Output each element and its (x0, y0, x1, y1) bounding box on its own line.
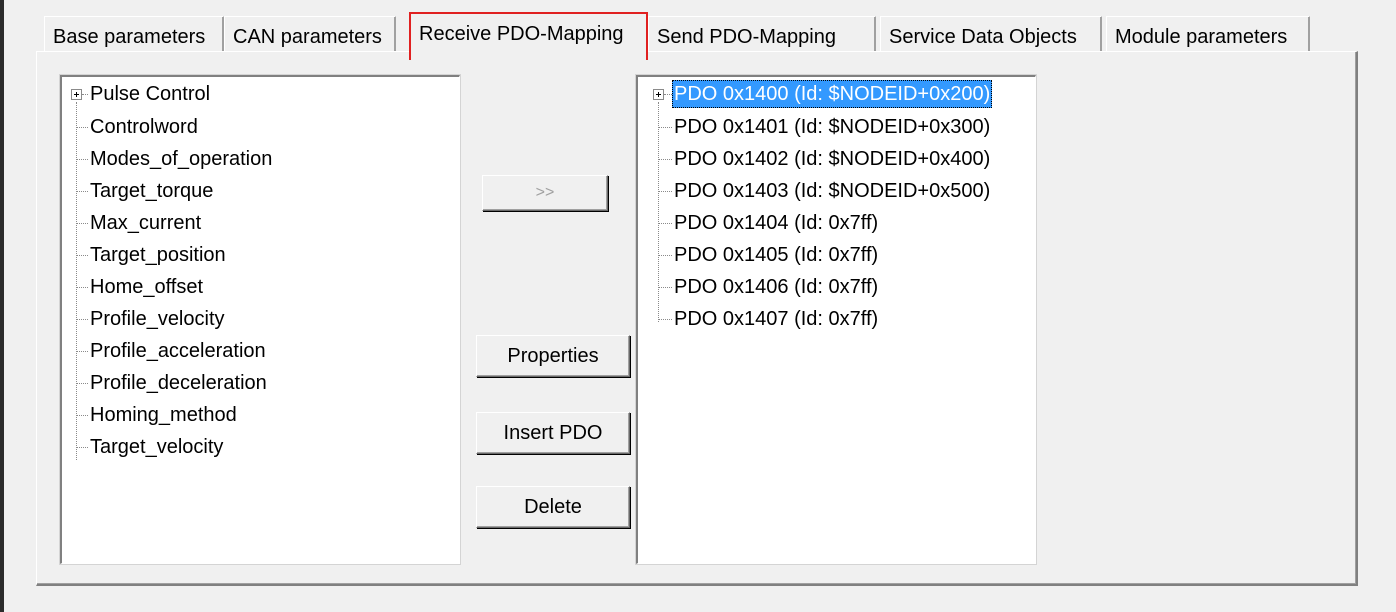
tree-item[interactable]: Profile_velocity (62, 304, 442, 334)
tree-connector (76, 223, 88, 224)
tree-connector (664, 94, 672, 95)
tree-connector (76, 319, 88, 320)
tree-connector (658, 223, 672, 224)
tab-label: Receive PDO-Mapping (419, 23, 624, 45)
pdo-node-label: PDO 0x1403 (Id: $NODEID+0x500) (674, 180, 991, 202)
delete-label: Delete (524, 496, 582, 518)
tree-item-label: Max_current (90, 212, 202, 234)
window-left-border (0, 0, 4, 612)
tree-item-label: Target_torque (90, 180, 214, 202)
tree-connector (76, 447, 88, 448)
tree-connector (76, 255, 88, 256)
object-tree[interactable]: Pulse Control Controlword Modes_of_opera… (59, 74, 461, 565)
tree-node-label: Pulse Control (90, 83, 211, 105)
pdo-node-label: PDO 0x1404 (Id: 0x7ff) (674, 212, 879, 234)
tree-connector (76, 383, 88, 384)
pdo-node[interactable]: PDO 0x1404 (Id: 0x7ff) (638, 208, 1034, 238)
expand-plus-icon[interactable] (653, 89, 664, 100)
pdo-node[interactable]: PDO 0x1405 (Id: 0x7ff) (638, 240, 1034, 270)
insert-pdo-button[interactable]: Insert PDO (476, 412, 630, 454)
tree-connector (76, 191, 88, 192)
tab-label: Send PDO-Mapping (657, 26, 836, 48)
tab-label: Base parameters (53, 26, 206, 48)
tab-module-parameters[interactable]: Module parameters (1106, 16, 1310, 53)
pdo-node[interactable]: PDO 0x1403 (Id: $NODEID+0x500) (638, 176, 1034, 206)
tab-send-pdo-mapping[interactable]: Send PDO-Mapping (648, 16, 876, 53)
pdo-node-label: PDO 0x1400 (Id: $NODEID+0x200) (672, 80, 993, 108)
tab-label: Module parameters (1115, 26, 1288, 48)
pdo-node-label: PDO 0x1406 (Id: 0x7ff) (674, 276, 879, 298)
tree-connector (658, 159, 672, 160)
tree-node-pulse-control[interactable]: Pulse Control (62, 79, 442, 109)
tree-connector (76, 415, 88, 416)
tree-item-label: Target_velocity (90, 436, 224, 458)
tab-label: Service Data Objects (889, 26, 1077, 48)
pdo-node[interactable]: PDO 0x1402 (Id: $NODEID+0x400) (638, 144, 1034, 174)
tree-item[interactable]: Profile_acceleration (62, 336, 442, 366)
tree-item-label: Profile_acceleration (90, 340, 266, 362)
tree-connector (658, 191, 672, 192)
tree-connector (76, 127, 88, 128)
pdo-node-label: PDO 0x1405 (Id: 0x7ff) (674, 244, 879, 266)
tree-item-label: Home_offset (90, 276, 204, 298)
tree-item-label: Modes_of_operation (90, 148, 273, 170)
add-mapping-label: >> (535, 184, 555, 201)
tree-item-label: Profile_deceleration (90, 372, 267, 394)
pdo-node[interactable]: PDO 0x1407 (Id: 0x7ff) (638, 304, 1034, 334)
pdo-node[interactable]: PDO 0x1401 (Id: $NODEID+0x300) (638, 112, 1034, 142)
tab-label: CAN parameters (233, 26, 382, 48)
tree-item-label: Profile_velocity (90, 308, 225, 330)
tree-item-label: Controlword (90, 116, 198, 138)
pdo-node-label: PDO 0x1407 (Id: 0x7ff) (674, 308, 879, 330)
tree-connector (658, 255, 672, 256)
tree-item[interactable]: Home_offset (62, 272, 442, 302)
pdo-node[interactable]: PDO 0x1406 (Id: 0x7ff) (638, 272, 1034, 302)
tree-item[interactable]: Profile_deceleration (62, 368, 442, 398)
expand-plus-icon[interactable] (71, 89, 82, 100)
tree-connector (658, 287, 672, 288)
tree-connector (76, 159, 88, 160)
tab-can-parameters[interactable]: CAN parameters (224, 16, 396, 53)
properties-button[interactable]: Properties (476, 335, 630, 377)
tree-item[interactable]: Homing_method (62, 400, 442, 430)
tree-connector (76, 351, 88, 352)
tree-item[interactable]: Max_current (62, 208, 442, 238)
properties-label: Properties (507, 345, 599, 367)
pdo-node[interactable]: PDO 0x1400 (Id: $NODEID+0x200) (638, 79, 1034, 109)
pdo-node-label: PDO 0x1401 (Id: $NODEID+0x300) (674, 116, 991, 138)
tab-base-parameters[interactable]: Base parameters (44, 16, 224, 53)
tree-connector (658, 127, 672, 128)
pdo-tree[interactable]: PDO 0x1400 (Id: $NODEID+0x200) PDO 0x140… (635, 74, 1037, 565)
tree-item[interactable]: Modes_of_operation (62, 144, 442, 174)
tree-item[interactable]: Target_position (62, 240, 442, 270)
pdo-node-label: PDO 0x1402 (Id: $NODEID+0x400) (674, 148, 991, 170)
tree-item-label: Homing_method (90, 404, 237, 426)
insert-pdo-label: Insert PDO (503, 422, 603, 444)
tree-connector (82, 94, 88, 95)
tree-connector (658, 319, 672, 320)
tree-item-label: Target_position (90, 244, 226, 266)
tab-service-data-objects[interactable]: Service Data Objects (880, 16, 1102, 53)
delete-button[interactable]: Delete (476, 486, 630, 528)
tree-item[interactable]: Target_velocity (62, 432, 442, 462)
add-mapping-button[interactable]: >> (482, 175, 608, 211)
tree-connector (76, 287, 88, 288)
tree-item[interactable]: Target_torque (62, 176, 442, 206)
tab-receive-pdo-mapping[interactable]: Receive PDO-Mapping (409, 12, 648, 60)
tree-item[interactable]: Controlword (62, 112, 442, 142)
